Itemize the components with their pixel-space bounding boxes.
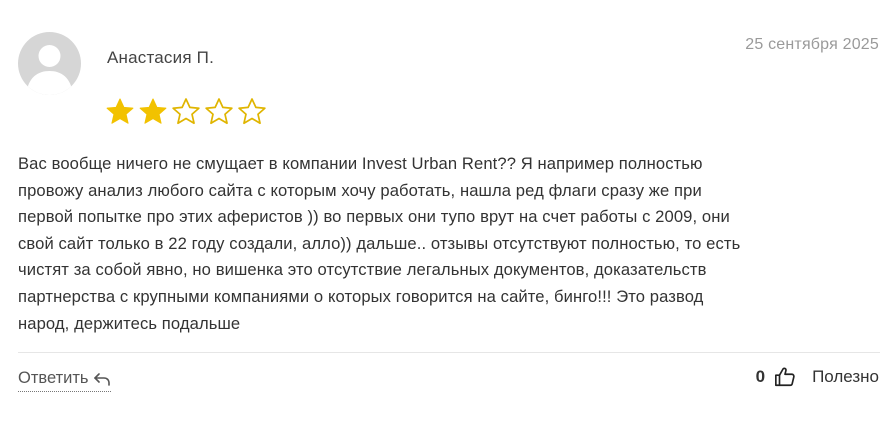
votes: 0 Полезно [756, 366, 879, 388]
vote-count: 0 [755, 367, 766, 386]
review-text: Вас вообще ничего не смущает в компании … [18, 151, 883, 337]
divider [18, 352, 880, 353]
reply-label: Ответить [18, 369, 89, 387]
thumbs-up-icon[interactable] [774, 366, 796, 388]
reply-arrow-icon [93, 372, 110, 386]
review-card: Анастасия П. 25 сентября 2025 Вас вообще… [0, 0, 895, 426]
review-text-line: свой сайт только в 22 году создали, алло… [18, 233, 741, 253]
author-name: Анастасия П. [107, 48, 214, 67]
avatar [18, 32, 81, 95]
review-date: 25 сентября 2025 [745, 36, 879, 53]
helpful-button[interactable]: Полезно [812, 367, 879, 387]
reply-button[interactable]: Ответить [18, 369, 111, 392]
review-text-line: народ, держитесь подальше [18, 313, 241, 333]
star-filled-icon [106, 98, 134, 124]
star-empty-icon [205, 98, 233, 125]
star-empty-icon [172, 98, 200, 125]
review-text-line: партнерства с крупными компаниями о кото… [18, 286, 704, 306]
review-text-line: первой попытке про этих аферистов )) во … [18, 207, 730, 227]
review-text-line: Вас вообще ничего не смущает в компании … [18, 154, 703, 173]
review-text-line: провожу анализ любого сайта с которым хо… [18, 180, 702, 200]
star-filled-icon [139, 98, 167, 124]
review-text-line: чистят за собой явно, но вишенка это отс… [18, 260, 707, 280]
rating-stars [105, 97, 267, 125]
user-silhouette-icon [26, 45, 73, 95]
star-empty-icon [238, 98, 266, 125]
